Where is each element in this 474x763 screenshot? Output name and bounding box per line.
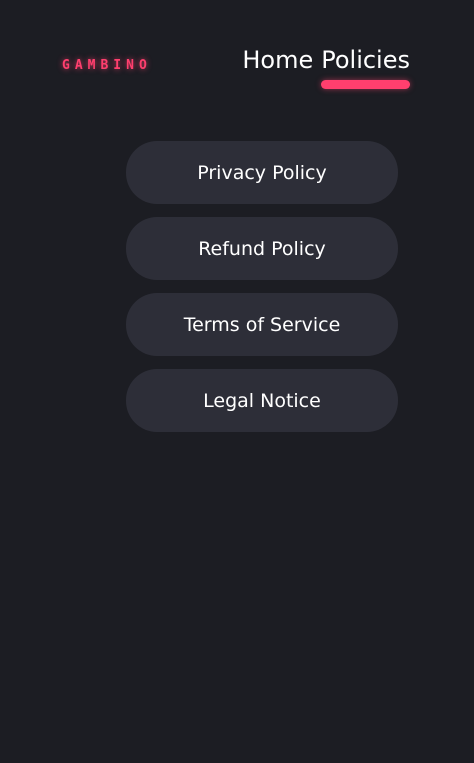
nav-home-underline bbox=[242, 80, 313, 89]
policy-list: Privacy Policy Refund Policy Terms of Se… bbox=[126, 141, 398, 432]
nav-link-home-label: Home bbox=[242, 46, 314, 74]
gambino-logo[interactable]: GAMBINO bbox=[62, 58, 152, 73]
legal-notice-button[interactable]: Legal Notice bbox=[126, 369, 398, 432]
nav-link-policies[interactable]: Policies bbox=[321, 44, 410, 89]
active-nav-underline bbox=[321, 80, 410, 89]
refund-policy-button[interactable]: Refund Policy bbox=[126, 217, 398, 280]
main-nav: Home Policies bbox=[242, 44, 410, 89]
nav-link-home[interactable]: Home bbox=[242, 44, 313, 89]
privacy-policy-button[interactable]: Privacy Policy bbox=[126, 141, 398, 204]
terms-of-service-button[interactable]: Terms of Service bbox=[126, 293, 398, 356]
nav-link-policies-label: Policies bbox=[321, 46, 410, 74]
